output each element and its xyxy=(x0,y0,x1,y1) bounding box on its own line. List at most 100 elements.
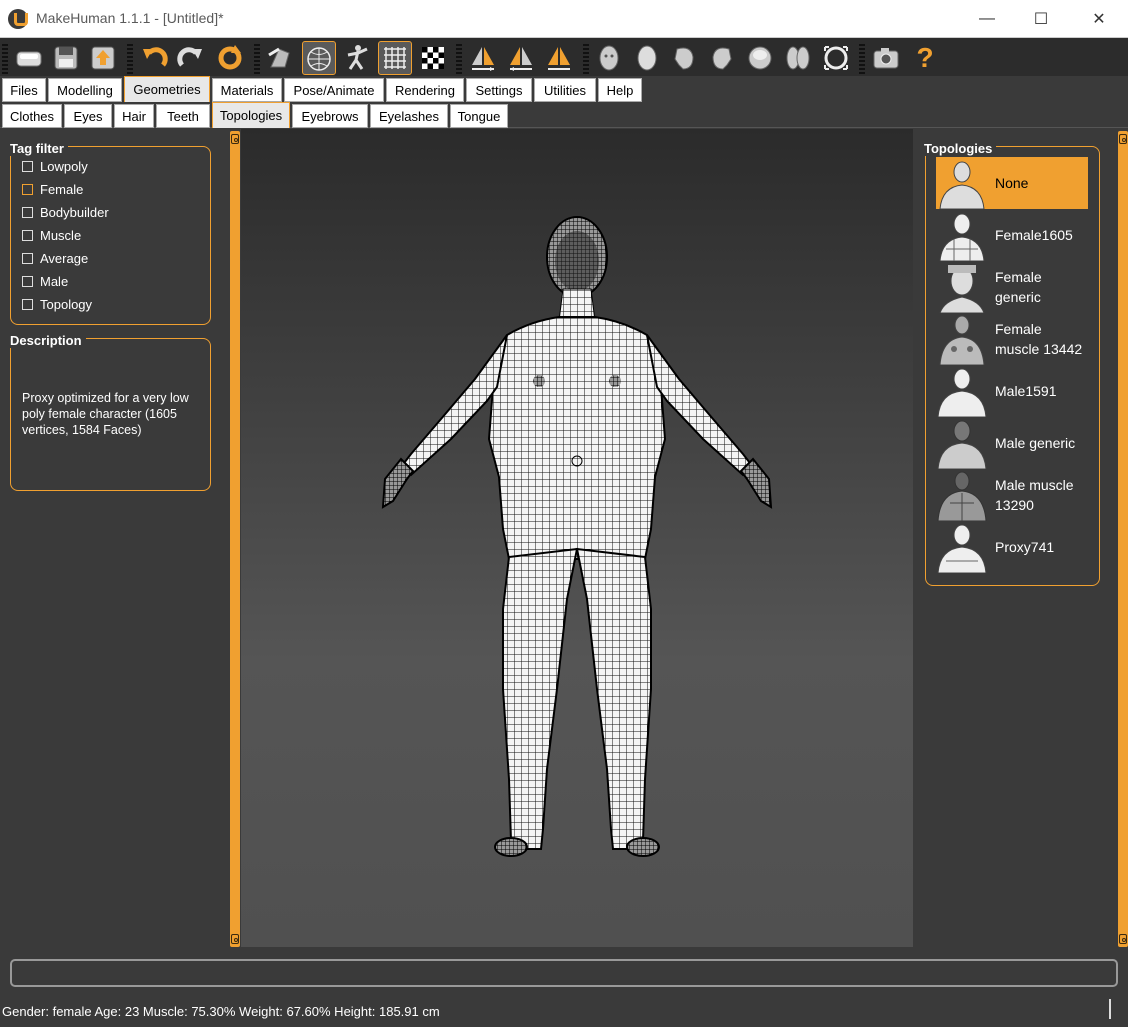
right-view-icon[interactable] xyxy=(705,41,739,75)
redo-icon[interactable] xyxy=(174,41,208,75)
checkbox[interactable] xyxy=(22,275,33,287)
symmetry-icon[interactable] xyxy=(542,41,576,75)
close-button[interactable]: ✕ xyxy=(1076,0,1122,38)
tag-filter-lowpoly[interactable]: Lowpoly xyxy=(22,157,88,175)
topology-item-male-muscle-13290[interactable]: Male muscle 13290 xyxy=(936,469,1088,521)
tag-filter-topology[interactable]: Topology xyxy=(22,295,92,313)
export-icon[interactable] xyxy=(86,41,120,75)
tab-topologies[interactable]: Topologies xyxy=(212,102,290,128)
checkbox[interactable] xyxy=(22,229,33,241)
topology-item-proxy741[interactable]: Proxy741 xyxy=(936,521,1088,573)
tab-hair[interactable]: Hair xyxy=(114,104,154,128)
tab-eyelashes[interactable]: Eyelashes xyxy=(370,104,448,128)
tab-tongue[interactable]: Tongue xyxy=(450,104,508,128)
main-tab-bar: Files Modelling Geometries Materials Pos… xyxy=(0,76,1128,102)
checkbox[interactable] xyxy=(22,160,33,172)
topology-item-male-generic[interactable]: Male generic xyxy=(936,417,1088,469)
progress-bar xyxy=(10,959,1118,987)
back-view-icon[interactable] xyxy=(630,41,664,75)
checkbox[interactable] xyxy=(22,298,33,310)
tag-filter-bodybuilder[interactable]: Bodybuilder xyxy=(22,203,109,221)
tab-eyebrows[interactable]: Eyebrows xyxy=(292,104,368,128)
tab-files[interactable]: Files xyxy=(2,78,46,102)
reset-icon[interactable] xyxy=(213,41,247,75)
tag-label: Lowpoly xyxy=(40,158,88,174)
tag-label: Male xyxy=(40,273,69,289)
description-text: Proxy optimized for a very low poly fema… xyxy=(22,391,189,437)
wireframe-icon[interactable] xyxy=(302,41,336,75)
topology-thumbnail xyxy=(937,420,987,469)
tag-filter-average[interactable]: Average xyxy=(22,249,88,267)
topology-item-none[interactable]: None xyxy=(936,157,1088,209)
topology-item-female-muscle-13442[interactable]: Female muscle 13442 xyxy=(936,313,1088,365)
toolbar-separator xyxy=(583,42,589,74)
tag-filter-female[interactable]: Female xyxy=(22,180,83,198)
tag-filter-male[interactable]: Male xyxy=(22,272,68,290)
topology-label: Male muscle 13290 xyxy=(995,477,1074,513)
description-title: Description xyxy=(10,333,86,348)
checkbox[interactable] xyxy=(22,206,33,218)
top-view-icon[interactable] xyxy=(743,41,777,75)
front-view-icon[interactable] xyxy=(592,41,626,75)
scroll-cap xyxy=(1119,934,1127,944)
human-wireframe-model xyxy=(381,216,773,857)
topology-thumbnail xyxy=(939,315,985,365)
load-icon[interactable] xyxy=(12,41,46,75)
reset-camera-icon[interactable] xyxy=(819,41,853,75)
right-panel-scrollbar[interactable] xyxy=(1118,131,1128,947)
symmetry-right-icon[interactable] xyxy=(466,41,500,75)
tab-teeth[interactable]: Teeth xyxy=(156,104,210,128)
toolbar-separator xyxy=(456,42,462,74)
scroll-cap xyxy=(1119,134,1127,144)
window-title: MakeHuman 1.1.1 - [Untitled]* xyxy=(36,10,224,26)
checker-icon[interactable] xyxy=(416,41,450,75)
topology-thumbnail xyxy=(937,471,987,521)
toolbar: ? xyxy=(0,38,1128,76)
tab-clothes[interactable]: Clothes xyxy=(2,104,62,128)
toolbar-separator xyxy=(127,42,133,74)
symmetry-left-icon[interactable] xyxy=(504,41,538,75)
tab-eyes[interactable]: Eyes xyxy=(64,104,112,128)
undo-icon[interactable] xyxy=(137,41,171,75)
tag-label: Female xyxy=(40,181,84,197)
toolbar-separator xyxy=(859,42,865,74)
topology-thumbnail xyxy=(937,524,987,573)
topology-label: Female generic xyxy=(995,269,1042,305)
help-icon[interactable]: ? xyxy=(908,41,942,75)
save-icon[interactable] xyxy=(49,41,83,75)
tab-materials[interactable]: Materials xyxy=(212,78,282,102)
scroll-cap xyxy=(231,134,239,144)
pose-icon[interactable] xyxy=(340,41,374,75)
topology-thumbnail xyxy=(939,265,985,313)
topology-label: Proxy741 xyxy=(995,539,1055,555)
maximize-button[interactable]: ☐ xyxy=(1018,0,1064,38)
tab-modelling[interactable]: Modelling xyxy=(48,78,122,102)
topology-label: Male1591 xyxy=(995,383,1057,399)
tab-utilities[interactable]: Utilities xyxy=(534,78,596,102)
topology-item-male1591[interactable]: Male1591 xyxy=(936,365,1088,417)
tag-filter-muscle[interactable]: Muscle xyxy=(22,226,81,244)
smooth-icon[interactable] xyxy=(263,41,297,75)
status-text: Gender: female Age: 23 Muscle: 75.30% We… xyxy=(2,1004,440,1019)
tab-pose-animate[interactable]: Pose/Animate xyxy=(284,78,384,102)
bottom-view-icon[interactable] xyxy=(781,41,815,75)
topology-item-female-generic[interactable]: Female generic xyxy=(936,261,1088,313)
minimize-button[interactable]: — xyxy=(964,0,1010,38)
grid-icon[interactable] xyxy=(378,41,412,75)
tag-filter-title: Tag filter xyxy=(10,141,68,156)
left-panel-scrollbar[interactable] xyxy=(230,131,240,947)
tab-help[interactable]: Help xyxy=(598,78,642,102)
toolbar-separator xyxy=(254,42,260,74)
3d-viewport[interactable] xyxy=(241,129,913,947)
topology-item-female1605[interactable]: Female1605 xyxy=(936,209,1088,261)
topology-thumbnail xyxy=(939,213,985,261)
screenshot-icon[interactable] xyxy=(869,41,903,75)
sub-tab-bar: Clothes Eyes Hair Teeth Topologies Eyebr… xyxy=(0,102,1128,128)
checkbox[interactable] xyxy=(22,252,33,264)
checkbox[interactable] xyxy=(22,183,33,195)
tab-settings[interactable]: Settings xyxy=(466,78,532,102)
title-bar: MakeHuman 1.1.1 - [Untitled]* — ☐ ✕ xyxy=(0,0,1128,38)
tab-rendering[interactable]: Rendering xyxy=(386,78,464,102)
left-view-icon[interactable] xyxy=(667,41,701,75)
tab-geometries[interactable]: Geometries xyxy=(124,76,210,102)
